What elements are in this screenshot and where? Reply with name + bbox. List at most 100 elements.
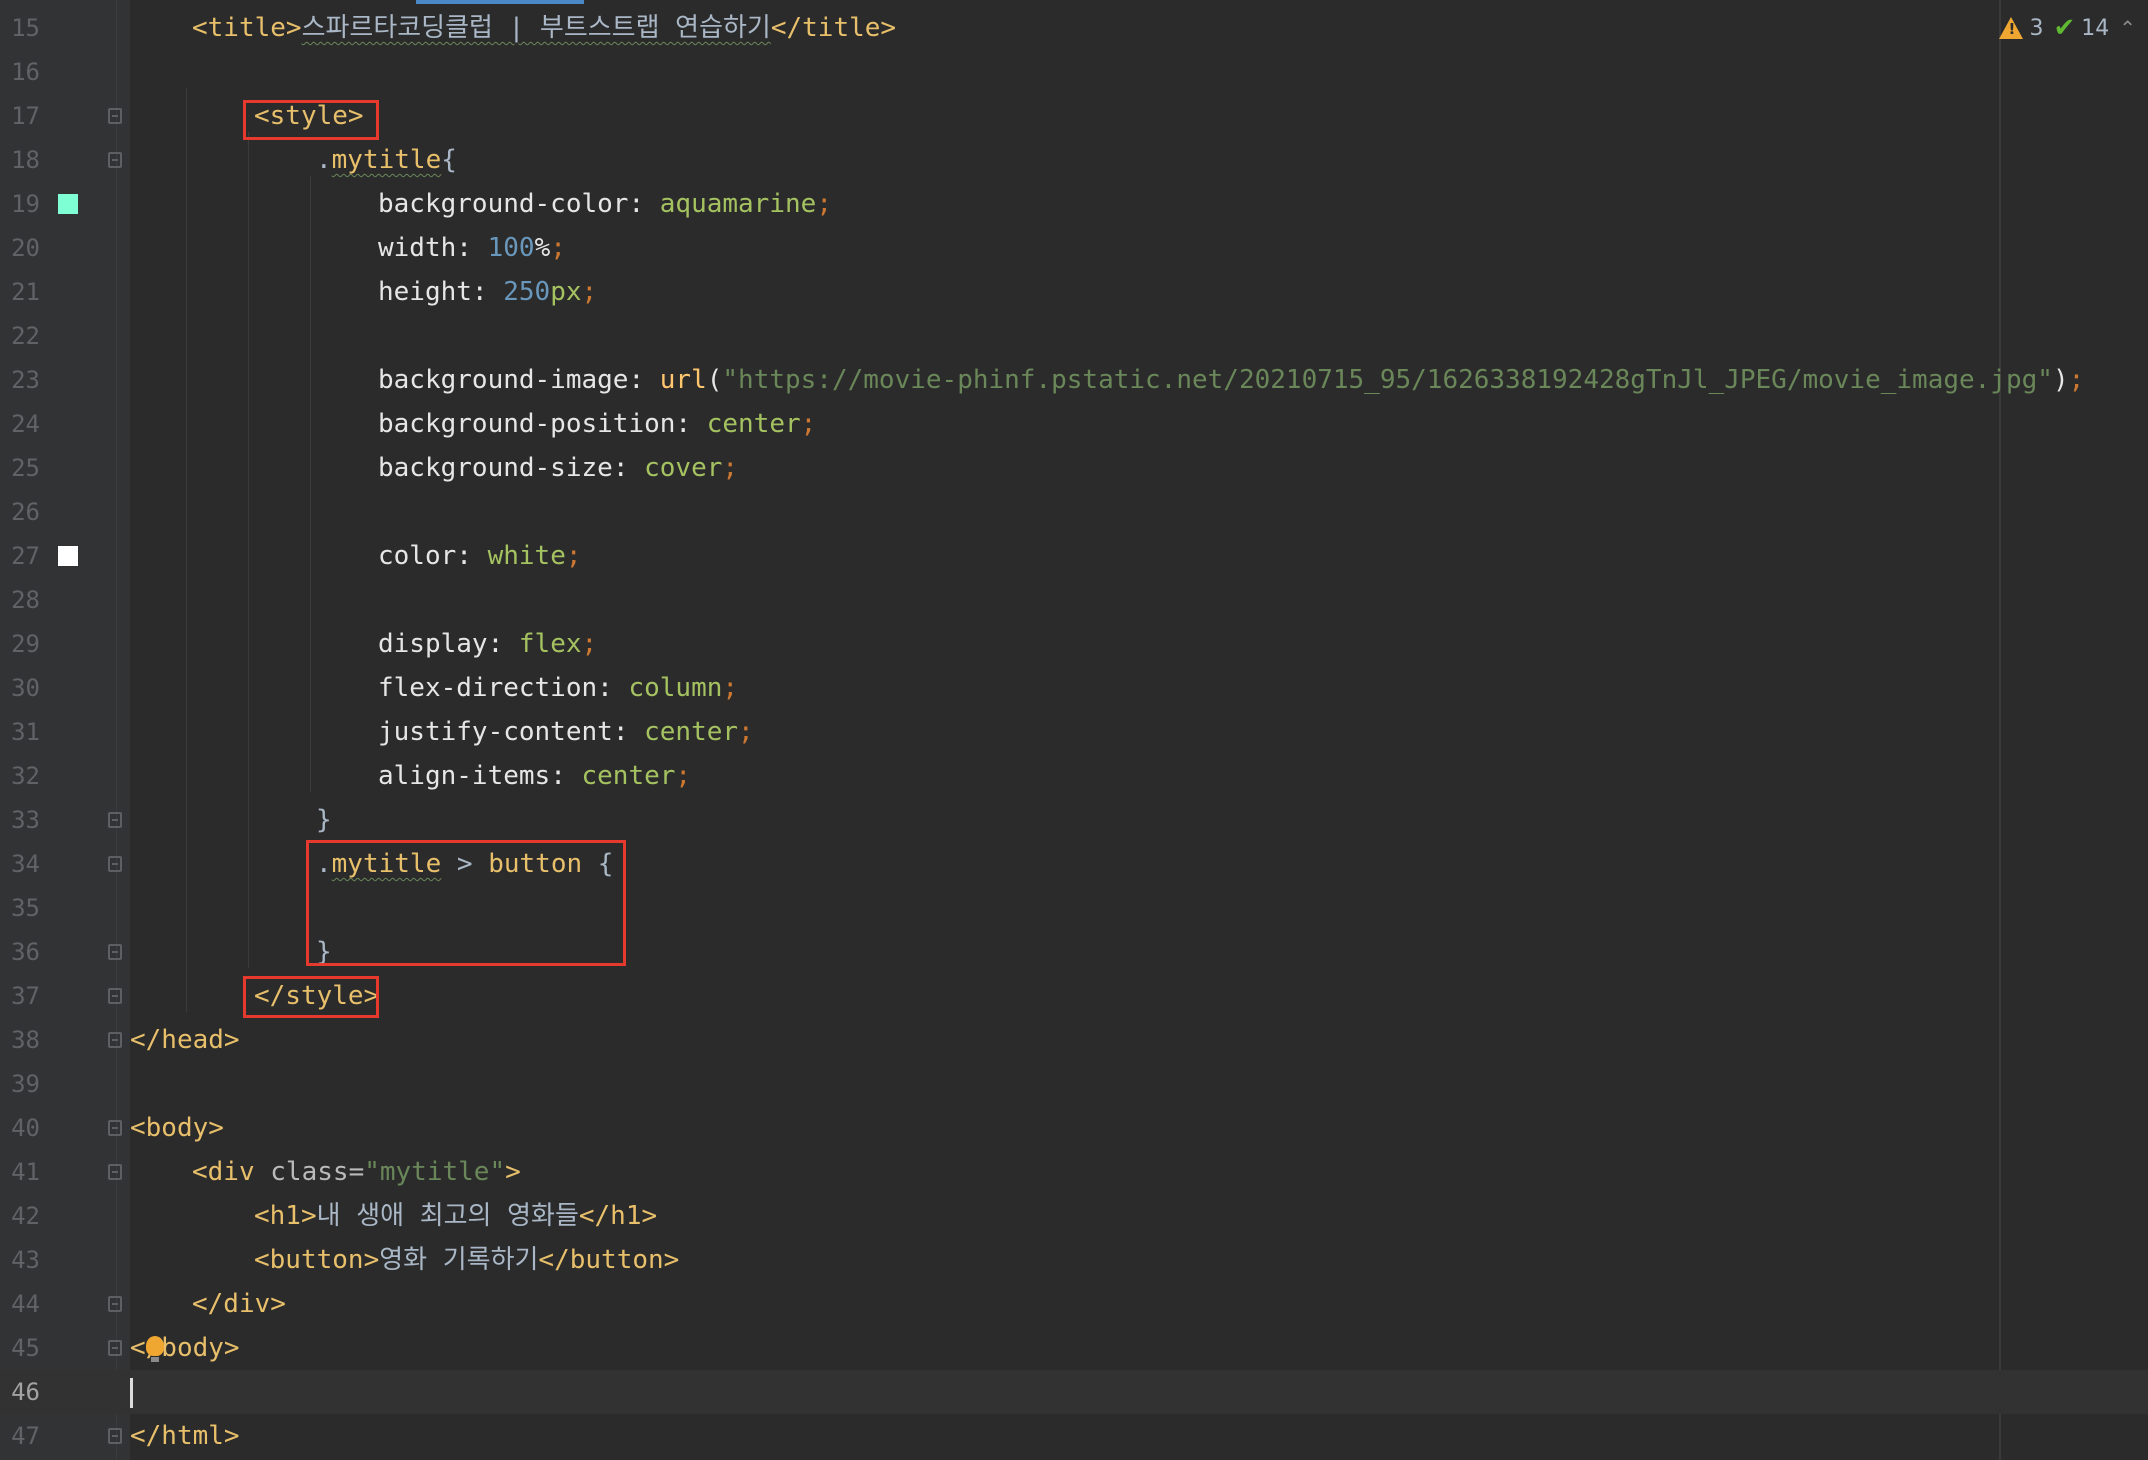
code-line[interactable]: 20 width: 100%; [0, 226, 2148, 270]
line-number: 40 [11, 1114, 40, 1142]
fold-marker-icon[interactable] [108, 1428, 122, 1444]
code-line-current[interactable]: 46 [0, 1370, 2148, 1414]
code-line[interactable]: 38 </head> [0, 1018, 2148, 1062]
code-line[interactable]: 25 background-size: cover; [0, 446, 2148, 490]
colon: : [471, 277, 504, 307]
code-line[interactable]: 39 [0, 1062, 2148, 1106]
code-line[interactable]: 33 } [0, 798, 2148, 842]
css-property: justify-content [378, 717, 613, 747]
colon: : [456, 541, 488, 571]
code-line[interactable]: 15 <title>스파르타코딩클럽 | 부트스트랩 연습하기</title> [0, 6, 2148, 50]
semicolon: ; [581, 277, 598, 307]
code-text: justify-content: center; [378, 710, 754, 754]
code-line[interactable]: 32 align-items: center; [0, 754, 2148, 798]
attribute-name: class [270, 1157, 349, 1187]
line-number: 16 [11, 58, 40, 86]
fold-marker-icon[interactable] [108, 944, 122, 960]
line-number: 32 [11, 762, 40, 790]
code-line[interactable]: 23 background-image: url("https://movie-… [0, 358, 2148, 402]
line-number: 34 [11, 850, 40, 878]
code-line[interactable]: 29 display: flex; [0, 622, 2148, 666]
fold-marker-icon[interactable] [108, 856, 122, 872]
html-close-tag: </html> [130, 1421, 240, 1451]
div-close-tag: </div> [192, 1289, 286, 1319]
paren: ( [706, 365, 723, 395]
line-number: 27 [11, 542, 40, 570]
css-value: center [644, 717, 739, 747]
heading-text: 내 생애 최고의 영화들 [316, 1201, 579, 1231]
code-line[interactable]: 45 </body> [0, 1326, 2148, 1370]
code-line[interactable]: 18 .mytitle{ [0, 138, 2148, 182]
code-text: <div class="mytitle"> [192, 1150, 521, 1194]
line-number: 42 [11, 1202, 40, 1230]
line-number: 39 [11, 1070, 40, 1098]
active-tab-indicator [416, 0, 584, 4]
title-text: 스파르타코딩클럽 | 부트스트랩 연습하기 [301, 13, 771, 43]
line-number: 30 [11, 674, 40, 702]
line-number: 35 [11, 894, 40, 922]
color-swatch-aquamarine[interactable] [58, 194, 78, 214]
fold-marker-icon[interactable] [108, 1296, 122, 1312]
code-text: background-size: cover; [378, 446, 738, 490]
code-line[interactable]: 16 [0, 50, 2148, 94]
code-line[interactable]: 31 justify-content: center; [0, 710, 2148, 754]
code-text: align-items: center; [378, 754, 691, 798]
code-line[interactable]: 22 [0, 314, 2148, 358]
tag-close: > [505, 1157, 521, 1187]
code-line[interactable]: 28 [0, 578, 2148, 622]
css-unit: % [534, 233, 551, 263]
line-number: 24 [11, 410, 40, 438]
css-property: background-color [378, 189, 629, 219]
fold-marker-icon[interactable] [108, 108, 122, 124]
fold-marker-icon[interactable] [108, 152, 122, 168]
css-unit: px [550, 277, 582, 307]
colon: : [550, 761, 582, 791]
css-property: background-image [378, 365, 629, 395]
code-line[interactable]: 19 background-color: aquamarine; [0, 182, 2148, 226]
paren: ) [2052, 365, 2069, 395]
fold-marker-icon[interactable] [108, 812, 122, 828]
code-text: </head> [130, 1018, 240, 1062]
semicolon: ; [722, 453, 739, 483]
code-line[interactable]: 47 </html> [0, 1414, 2148, 1458]
color-swatch-white[interactable] [58, 546, 78, 566]
text-caret [130, 1378, 133, 1408]
tag-close: </title> [770, 13, 897, 43]
code-line[interactable]: 40 <body> [0, 1106, 2148, 1150]
css-value: center [706, 409, 801, 439]
code-text: </div> [192, 1282, 286, 1326]
code-line[interactable]: 42 <h1>내 생애 최고의 영화들</h1> [0, 1194, 2148, 1238]
fold-marker-icon[interactable] [108, 988, 122, 1004]
colon: : [675, 409, 707, 439]
css-value: aquamarine [659, 189, 817, 219]
code-editor[interactable]: 3 ✔ 14 ⌃ 15 <title>스파르타코딩클럽 | 부트스트랩 연습하기… [0, 0, 2148, 1460]
code-line[interactable]: 24 background-position: center; [0, 402, 2148, 446]
code-text: flex-direction: column; [378, 666, 738, 710]
css-property: background-size [378, 453, 613, 483]
code-line[interactable]: 26 [0, 490, 2148, 534]
tag-open: <title> [192, 13, 302, 43]
lightbulb-icon[interactable] [146, 1336, 164, 1362]
fold-marker-icon[interactable] [108, 1164, 122, 1180]
line-number: 36 [11, 938, 40, 966]
line-number: 45 [11, 1334, 40, 1362]
css-property: display [378, 629, 488, 659]
fold-marker-icon[interactable] [108, 1032, 122, 1048]
code-line[interactable]: 30 flex-direction: column; [0, 666, 2148, 710]
code-line[interactable]: 21 height: 250px; [0, 270, 2148, 314]
code-line[interactable]: 41 <div class="mytitle"> [0, 1150, 2148, 1194]
code-line[interactable]: 27 color: white; [0, 534, 2148, 578]
fold-marker-icon[interactable] [108, 1340, 122, 1356]
code-text: width: 100%; [378, 226, 566, 270]
line-number: 25 [11, 454, 40, 482]
button-text: 영화 기록하기 [379, 1245, 539, 1275]
fold-marker-icon[interactable] [108, 1120, 122, 1136]
tag-close: </button> [538, 1245, 680, 1275]
code-text: height: 250px; [378, 270, 597, 314]
colon: : [628, 365, 660, 395]
semicolon: ; [816, 189, 832, 219]
code-line[interactable]: 44 </div> [0, 1282, 2148, 1326]
tag-open: <h1> [254, 1201, 317, 1231]
code-line[interactable]: 43 <button>영화 기록하기</button> [0, 1238, 2148, 1282]
css-number: 250 [503, 277, 551, 307]
